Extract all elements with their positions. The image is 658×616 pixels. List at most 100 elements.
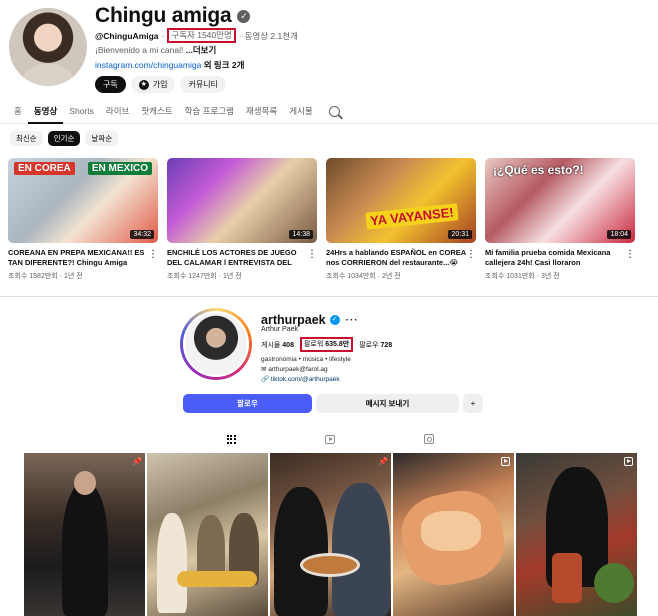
chip-oldest[interactable]: 날짜순 — [85, 131, 119, 146]
channel-name: Chingu amiga — [95, 4, 232, 27]
video-title[interactable]: COREANA EN PREPA MEXICANA!! ES TAN DIFER… — [8, 248, 158, 268]
tab-shorts[interactable]: Shorts — [63, 100, 100, 124]
post-thumbnail[interactable] — [393, 453, 514, 616]
post-food — [552, 553, 582, 603]
verified-icon: ✓ — [237, 9, 251, 23]
kebab-icon[interactable]: ⋮ — [466, 250, 476, 260]
subscribe-button[interactable]: 구독 — [95, 76, 126, 93]
followers-count: 635.8만 — [325, 341, 350, 348]
post-figure — [62, 483, 108, 616]
channel-actions: 구독 ★ 가입 커뮤니티 — [95, 76, 226, 93]
post-figure — [274, 487, 328, 616]
video-card[interactable]: 14:38 ENCHILÉ LOS ACTORES DE JUEGO DEL C… — [167, 158, 317, 281]
profile-header: arthurpaek ✓ ··· — [261, 313, 359, 327]
join-label: 가입 — [152, 80, 168, 89]
video-thumbnail[interactable]: 14:38 — [167, 158, 317, 243]
bio-link-text[interactable]: tiktok.com/@arthurpaek — [271, 376, 340, 383]
post-thumbnail[interactable] — [147, 453, 268, 616]
tab-posts-grid[interactable] — [225, 433, 237, 445]
tab-posts[interactable]: 게시물 — [283, 100, 318, 124]
kebab-icon[interactable]: ⋮ — [625, 250, 635, 260]
bio-link[interactable]: 🔗 tiktok.com/@arthurpaek — [261, 375, 351, 385]
channel-links: instagram.com/chinguamiga 외 링크 2개 — [95, 59, 244, 71]
reel-badge-icon — [624, 457, 633, 466]
post-food — [177, 571, 257, 587]
video-thumbnail[interactable]: ¡¿Qué es esto?! 18:04 — [485, 158, 635, 243]
subscriber-count: 구독자 1540만명 — [167, 28, 236, 43]
profile-full-name: Arthur Paek — [261, 326, 298, 333]
thumbnail-caption: YA VAYANSE! — [365, 203, 459, 230]
community-button[interactable]: 커뮤니티 — [180, 76, 226, 93]
more-links[interactable]: 외 링크 2개 — [204, 60, 245, 70]
kebab-icon[interactable]: ⋮ — [307, 250, 317, 260]
video-title[interactable]: Mi familia prueba comida Mexicana callej… — [485, 248, 635, 268]
profile-stats: 게시물 408 팔로워 635.8만 팔로우 728 — [261, 337, 392, 352]
post-thumbnail[interactable] — [516, 453, 637, 616]
video-grid: EN COREA EN MEXICO 34:32 COREANA EN PREP… — [8, 158, 635, 281]
channel-avatar[interactable] — [9, 8, 87, 86]
video-meta: 조회수 1582만회 · 1년 전 — [8, 273, 83, 280]
post-food — [300, 553, 360, 577]
followers-label: 팔로워 — [303, 341, 324, 348]
tab-playlists[interactable]: 재생목록 — [240, 100, 283, 124]
following-stat[interactable]: 팔로우 728 — [359, 340, 392, 350]
star-icon: ★ — [138, 79, 149, 90]
profile-avatar[interactable] — [183, 311, 249, 377]
video-meta: 조회수 1247만회 · 1년 전 — [167, 273, 242, 280]
tab-courses[interactable]: 학습 프로그램 — [179, 100, 240, 124]
tab-live[interactable]: 라이브 — [100, 100, 135, 124]
profile-username: arthurpaek — [261, 313, 326, 327]
video-meta: 조회수 1031만회 · 3년 전 — [485, 273, 560, 280]
video-card[interactable]: YA VAYANSE! 20:31 24Hrs a hablando ESPAÑ… — [326, 158, 476, 281]
grid-icon — [226, 434, 236, 444]
video-title[interactable]: 24Hrs a hablando ESPAÑOL en COREA nos CO… — [326, 248, 476, 268]
chip-latest[interactable]: 최신순 — [10, 131, 43, 146]
kebab-icon[interactable]: ⋮ — [148, 250, 158, 260]
meta-separator: · — [161, 30, 165, 41]
link-icon: 🔗 — [261, 376, 270, 383]
message-button[interactable]: 메시지 보내기 — [316, 394, 459, 413]
channel-tabs: 홈 동영상 Shorts 라이브 팟캐스트 학습 프로그램 재생목록 게시물 — [0, 100, 658, 124]
reels-icon — [325, 434, 335, 444]
channel-description: ¡Bienvenido a mi canal! ...더보기 — [95, 44, 216, 56]
verified-icon: ✓ — [329, 315, 340, 325]
thumbnail-caption: EN COREA — [14, 162, 75, 175]
search-icon[interactable] — [328, 106, 340, 117]
tab-tagged[interactable] — [423, 433, 435, 445]
thumbnail-caption: ¡¿Qué es esto?! — [493, 163, 584, 177]
tab-reels[interactable] — [324, 433, 336, 445]
followers-stat[interactable]: 팔로워 635.8만 — [299, 337, 354, 352]
tagged-icon — [424, 434, 434, 444]
video-thumbnail[interactable]: YA VAYANSE! 20:31 — [326, 158, 476, 243]
posts-label: 게시물 — [261, 341, 281, 349]
video-title[interactable]: ENCHILÉ LOS ACTORES DE JUEGO DEL CALAMAR… — [167, 248, 317, 268]
profile-content-tabs — [225, 433, 435, 445]
sort-chips: 최신순 인기순 날짜순 — [10, 131, 119, 146]
join-button[interactable]: ★ 가입 — [130, 76, 176, 93]
following-count: 728 — [380, 341, 393, 349]
meta-separator: · — [238, 30, 242, 41]
channel-handle: @ChinguAmiga — [95, 30, 159, 41]
follow-button[interactable]: 팔로우 — [183, 394, 312, 413]
post-thumbnail[interactable]: 📌 — [270, 453, 391, 616]
description-more-link[interactable]: ...더보기 — [186, 45, 217, 55]
post-thumbnail[interactable]: 📌 — [24, 453, 145, 616]
community-label: 커뮤니티 — [188, 80, 218, 89]
bio-email: ✉ arthurpaek@farol.ag — [261, 366, 328, 373]
profile-avatar-story-ring[interactable] — [180, 308, 252, 380]
add-user-icon[interactable]: + — [463, 394, 483, 413]
tab-home[interactable]: 홈 — [0, 100, 28, 124]
pin-icon: 📌 — [132, 457, 142, 466]
video-card[interactable]: ¡¿Qué es esto?! 18:04 Mi familia prueba … — [485, 158, 635, 281]
more-options-icon[interactable]: ··· — [346, 315, 359, 326]
instagram-link[interactable]: instagram.com/chinguamiga — [95, 60, 201, 70]
bio-email-text: arthurpaek@farol.ag — [268, 366, 328, 373]
video-card[interactable]: EN COREA EN MEXICO 34:32 COREANA EN PREP… — [8, 158, 158, 281]
chip-popular[interactable]: 인기순 — [47, 131, 81, 146]
video-count: 동영상 2.1천개 — [244, 30, 298, 41]
tab-podcasts[interactable]: 팟캐스트 — [135, 100, 178, 124]
tab-videos[interactable]: 동영상 — [27, 100, 64, 124]
video-thumbnail[interactable]: EN COREA EN MEXICO 34:32 — [8, 158, 158, 243]
video-duration: 34:32 — [130, 230, 154, 239]
video-meta: 조회수 1034만회 · 2년 전 — [326, 273, 401, 280]
